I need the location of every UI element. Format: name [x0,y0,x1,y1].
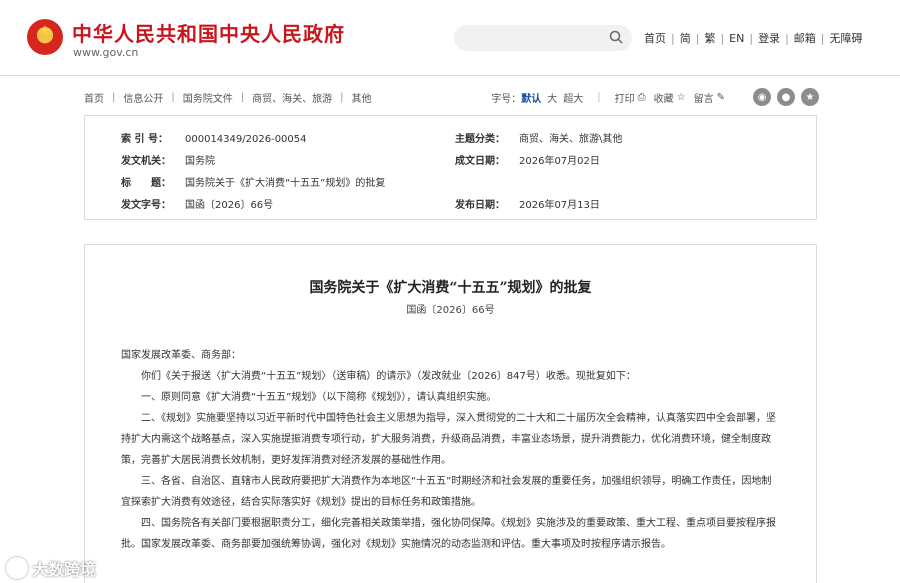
pencil-icon[interactable]: ✎ [717,92,725,103]
weibo-share-icon[interactable]: ◉ [753,88,771,106]
meta-title: 标 题： 国务院关于《扩大消费“十五五”规划》的批复 [121,178,386,189]
font-size-label: 字号： [491,93,522,105]
document-paragraph: 四、国务院各有关部门要根据职责分工，细化完善相关政策举措，强化协同保障。《规划》… [121,518,776,550]
font-size-xlarge[interactable]: 超大 [563,90,583,105]
meta-published-date: 发布日期： 2026年07月13日 [455,200,600,211]
document-paragraph: 一、原则同意《扩大消费“十五五”规划》（以下简称《规划》），请认真组织实施。 [141,392,497,403]
national-emblem-icon[interactable] [27,19,63,55]
font-size-large[interactable]: 大 [547,90,557,105]
watermark-logo-icon [6,557,28,579]
document-metadata: 索 引 号： 000014349/2026-00054 主题分类： 商贸、海关、旅游… [84,115,817,220]
breadcrumb-category[interactable]: 商贸、海关、旅游 [252,90,332,105]
watermark: 大数跨境 [6,556,96,580]
favorite-share-icon[interactable]: ★ [801,88,819,106]
nav-home[interactable]: 首页 [640,30,670,46]
document-paragraph: 二、《规划》实施要坚持以习近平新时代中国特色社会主义思想为指导，深入贯彻党的二十… [121,413,776,466]
nav-english[interactable]: EN [725,32,748,45]
breadcrumb-state-council-docs[interactable]: 国务院文件 [183,90,233,105]
document-title: 国务院关于《扩大消费“十五五”规划》的批复 [309,280,592,296]
search-icon[interactable] [609,30,623,44]
site-domain: www.gov.cn [73,46,139,59]
nav-login[interactable]: 登录 [754,30,784,46]
comment-button[interactable]: 留言 [694,90,714,105]
favorite-button[interactable]: 收藏 [654,90,674,105]
meta-index: 索 引 号： 000014349/2026-00054 [121,134,307,145]
meta-topic: 主题分类： 商贸、海关、旅游\其他 [455,134,623,145]
meta-doc-number: 发文字号： 国函〔2026〕66号 [121,200,274,211]
document-content: 国务院关于《扩大消费“十五五”规划》的批复 国函〔2026〕66号 国家发展改革… [84,244,817,583]
nav-simplified[interactable]: 简 [676,30,695,46]
print-button[interactable]: 打印 [615,90,635,105]
font-size-default[interactable]: 默认 [521,90,541,105]
breadcrumb: 首页 | 信息公开 | 国务院文件 | 商贸、海关、旅游 | 其他 字号： 默认… [84,88,819,106]
watermark-text: 大数跨境 [32,560,97,579]
breadcrumb-home[interactable]: 首页 [84,90,104,105]
breadcrumb-info[interactable]: 信息公开 [123,90,163,105]
wechat-share-icon[interactable]: ● [777,88,795,106]
site-header: 中华人民共和国中央人民政府 www.gov.cn 首页| 简| 繁| EN| 登… [0,0,900,76]
breadcrumb-other[interactable]: 其他 [352,90,372,105]
star-icon[interactable]: ☆ [677,92,686,103]
nav-mail[interactable]: 邮箱 [790,30,820,46]
meta-issuer: 发文机关： 国务院 [121,156,215,167]
nav-accessibility[interactable]: 无障碍 [826,30,867,46]
document-number: 国函〔2026〕66号 [406,305,495,316]
nav-traditional[interactable]: 繁 [700,30,719,46]
top-nav: 首页 | 简 | 繁 | EN | 登录 | 邮箱 | 无障碍 [640,30,867,46]
meta-written-date: 成文日期： 2026年07月02日 [455,156,600,167]
document-paragraph: 三、各省、自治区、直辖市人民政府要把扩大消费作为本地区“十五五”时期经济和社会发… [121,476,772,508]
document-addressee: 国家发展改革委、商务部： [121,350,241,361]
print-icon[interactable]: ⎙ [638,92,646,103]
search-input[interactable] [454,25,632,51]
document-paragraph: 你们《关于报送〈扩大消费“十五五”规划〉（送审稿）的请示》（发改就业〔2026〕… [141,371,636,382]
page-tools: 字号： 默认 大 超大 | 打印 ⎙ 收藏 ☆ 留言 ✎ ◉ ● ★ [491,88,819,106]
document-body: 国家发展改革委、商务部： 你们《关于报送〈扩大消费“十五五”规划〉（送审稿）的请… [121,345,781,555]
site-name[interactable]: 中华人民共和国中央人民政府 [72,18,345,47]
